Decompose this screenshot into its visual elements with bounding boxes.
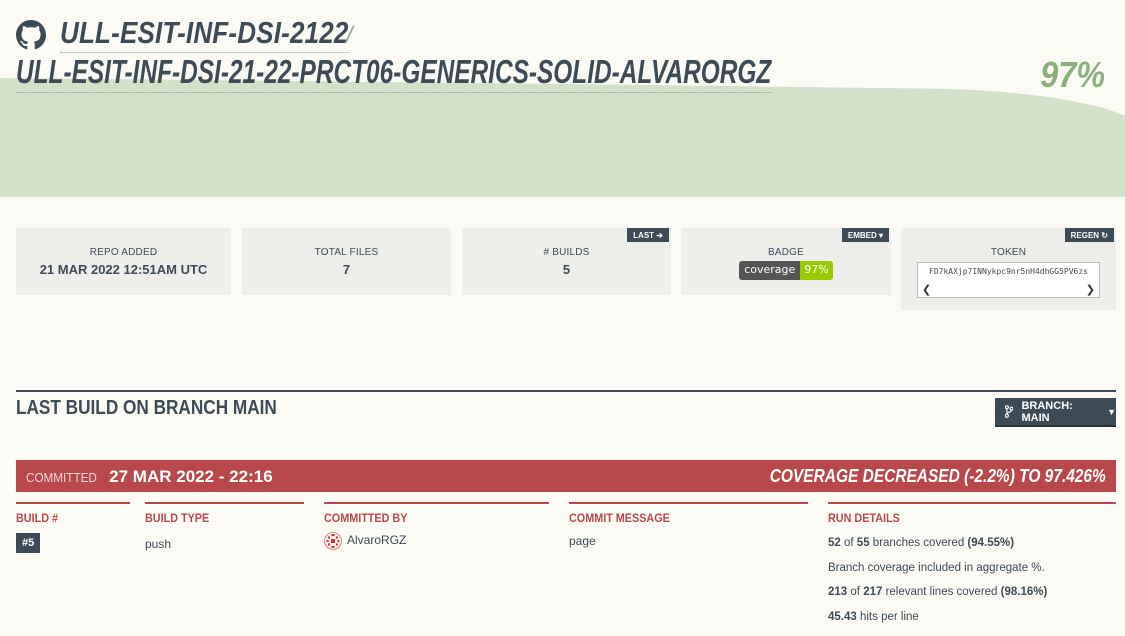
repo-added-label: REPO ADDED — [89, 247, 158, 258]
branches-pct: (94.55%) — [967, 537, 1015, 549]
path-separator: / — [346, 22, 353, 49]
caret-down-icon: ▼ — [1107, 406, 1116, 417]
badge-card: EMBED ▾ BADGE coverage 97% — [681, 228, 891, 295]
branches-line: 52 of 55 branches covered (94.55%) — [828, 531, 1116, 556]
repo-added-value: 21 MAR 2022 12:51AM UTC — [39, 262, 208, 277]
github-icon — [16, 20, 46, 50]
commit-message-value: page — [569, 534, 596, 548]
token-value: FD7kAXjp7INNykpc9nr5nH4dhGG5PV6zs — [929, 267, 1088, 276]
embed-button[interactable]: EMBED ▾ — [841, 228, 889, 242]
section-divider — [16, 390, 1116, 392]
coverage-status-bar: COMMITTED 27 MAR 2022 - 22:16 COVERAGE D… — [16, 460, 1116, 492]
aggregate-note: Branch coverage included in aggregate %. — [828, 561, 1045, 574]
run-details-column: RUN DETAILS 52 of 55 branches covered (9… — [828, 502, 1116, 629]
total-files-card: TOTAL FILES 7 — [242, 228, 451, 295]
committer[interactable]: AlvaroRGZ — [324, 532, 549, 550]
coverage-badge[interactable]: coverage 97% — [739, 261, 833, 280]
build-type-header: BUILD TYPE — [145, 511, 210, 525]
lines-pct: (98.16%) — [1000, 586, 1048, 598]
lines-text: relevant lines covered — [885, 586, 998, 598]
branches-text: branches covered — [872, 537, 965, 549]
regen-button[interactable]: REGEN ↻ — [1064, 228, 1114, 242]
token-field[interactable]: FD7kAXjp7INNykpc9nr5nH4dhGG5PV6zs ❮ ❯ — [917, 262, 1100, 298]
hits-value: 45.43 — [828, 610, 857, 623]
builds-value: 5 — [562, 262, 571, 277]
total-files-value: 7 — [342, 262, 351, 277]
embed-label: EMBED — [847, 231, 877, 240]
builds-card: LAST ➔ # BUILDS 5 — [462, 228, 671, 295]
commit-message-header: COMMIT MESSAGE — [569, 511, 670, 525]
branch-dropdown[interactable]: BRANCH: MAIN ▼ — [995, 398, 1116, 425]
coverage-change-text: COVERAGE DECREASED (-2.2%) TO 97.426% — [769, 466, 1106, 486]
branch-icon — [1005, 405, 1014, 418]
token-card: REGEN ↻ TOKEN FD7kAXjp7INNykpc9nr5nH4dhG… — [901, 228, 1116, 310]
last-build-title: LAST BUILD ON BRANCH MAIN — [16, 397, 277, 419]
build-number-header: BUILD # — [16, 511, 59, 525]
refresh-icon: ↻ — [1101, 231, 1108, 240]
owner-link[interactable]: ULL-ESIT-INF-DSI-2122 — [60, 14, 349, 53]
branch-label: BRANCH: MAIN — [1021, 399, 1073, 424]
badge-label: BADGE — [767, 247, 804, 258]
badge-left-text: coverage — [739, 261, 801, 280]
coverage-percent: 97% — [1040, 54, 1105, 95]
committed-label: COMMITTED — [26, 470, 97, 485]
hits-text: hits per line — [859, 610, 919, 623]
regen-label: REGEN — [1070, 231, 1100, 240]
last-build-button[interactable]: LAST ➔ — [627, 228, 669, 242]
committed-date: 27 MAR 2022 - 22:16 — [109, 467, 273, 486]
badge-right-text: 97% — [800, 261, 833, 280]
commit-message-column: COMMIT MESSAGE page — [569, 502, 808, 548]
coverage-header: ULL-ESIT-INF-DSI-2122 / ULL-ESIT-INF-DSI… — [0, 0, 1125, 197]
branches-covered: 52 — [828, 537, 841, 549]
arrow-right-circle-icon: ➔ — [656, 231, 663, 240]
build-type-column: BUILD TYPE push — [145, 502, 304, 551]
total-files-label: TOTAL FILES — [314, 247, 379, 258]
scroll-left-icon[interactable]: ❮ — [922, 283, 931, 296]
committed-by-column: COMMITTED BY AlvaroRGZ — [324, 502, 549, 550]
avatar — [324, 532, 342, 550]
of-text: of — [844, 537, 854, 549]
build-number-link[interactable]: #5 — [16, 533, 41, 553]
lines-covered: 213 — [828, 586, 848, 598]
build-number-column: BUILD # #5 — [16, 502, 130, 553]
committer-name: AlvaroRGZ — [347, 533, 407, 548]
of-text: of — [850, 586, 860, 598]
builds-label: # BUILDS — [543, 247, 590, 258]
last-build-label: LAST — [633, 231, 655, 240]
repo-added-card: REPO ADDED 21 MAR 2022 12:51AM UTC — [16, 228, 231, 295]
build-type-value: push — [145, 537, 172, 551]
committed-by-header: COMMITTED BY — [324, 511, 408, 525]
repo-link[interactable]: ULL-ESIT-INF-DSI-21-22-PRCT06-GENERICS-S… — [16, 52, 772, 93]
lines-total: 217 — [863, 586, 883, 598]
scroll-right-icon[interactable]: ❯ — [1086, 283, 1095, 296]
hits-line: 45.43 hits per line — [828, 605, 1116, 630]
caret-down-icon: ▾ — [878, 231, 883, 240]
run-details-header: RUN DETAILS — [828, 511, 900, 525]
branches-total: 55 — [856, 537, 870, 549]
lines-line: 213 of 217 relevant lines covered (98.16… — [828, 580, 1116, 605]
run-details: 52 of 55 branches covered (94.55%) Branc… — [828, 531, 1116, 629]
token-label: TOKEN — [990, 247, 1027, 258]
